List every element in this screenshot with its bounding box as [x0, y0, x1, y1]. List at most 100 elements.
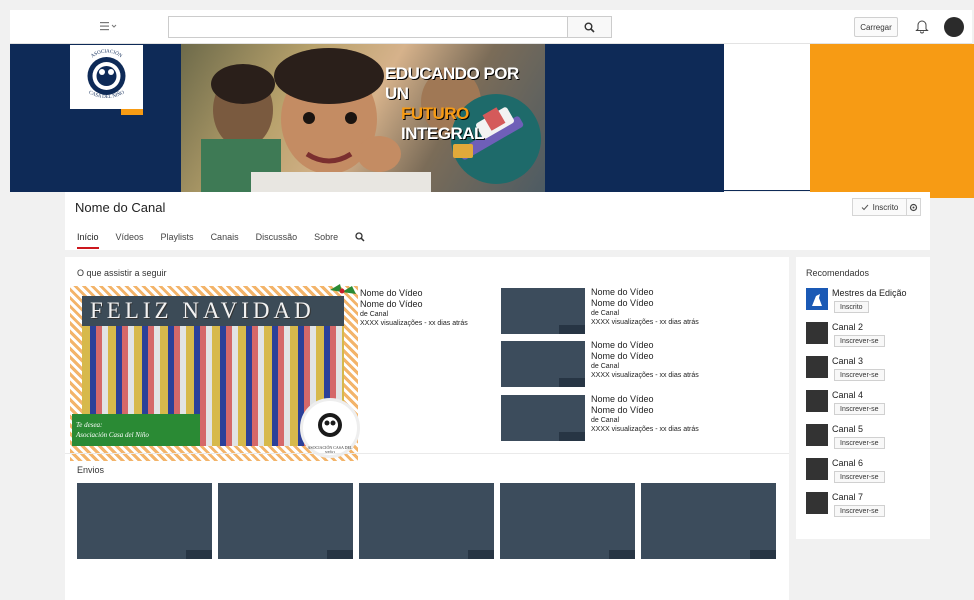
- search-icon: [584, 22, 595, 33]
- featured-video-thumbnail[interactable]: FELIZ NAVIDAD Te desea: Asociación Casa …: [70, 284, 360, 461]
- subscribe-button[interactable]: Inscrever-se: [834, 505, 885, 517]
- check-icon: [861, 204, 868, 210]
- menu-icon[interactable]: [98, 19, 120, 35]
- recommended-channel-name[interactable]: Canal 6: [832, 458, 863, 468]
- top-bar: Carregar: [10, 10, 972, 44]
- subscribed-button[interactable]: Inscrito: [834, 301, 869, 313]
- video-channel[interactable]: de Canal: [591, 309, 699, 318]
- recommended-channel: Canal 3 Inscrever-se: [806, 356, 926, 386]
- orange-accent-box: [810, 44, 974, 198]
- video-meta: XXXX visualizações - xx dias atrás: [591, 372, 699, 379]
- upload-thumbnail[interactable]: [359, 483, 494, 559]
- tab-canais[interactable]: Canais: [211, 232, 239, 249]
- duration-badge: [750, 550, 776, 559]
- banner-slogan-line1: EDUCANDO POR UN: [385, 64, 519, 103]
- featured-seal-logo: ASOCIACIÓN CASA DEL NIÑO: [300, 398, 360, 458]
- recommended-sidebar: Recomendados Mestres da Edição Inscrito …: [796, 257, 930, 539]
- video-thumbnail[interactable]: [501, 395, 585, 441]
- logo-strip: [70, 109, 143, 115]
- search-icon: [355, 232, 365, 242]
- duration-badge: [559, 325, 585, 334]
- duration-badge: [186, 550, 212, 559]
- duration-badge: [327, 550, 353, 559]
- subscribe-button[interactable]: Inscrever-se: [834, 403, 885, 415]
- holly-icon: [330, 284, 356, 294]
- video-channel[interactable]: de Canal: [591, 416, 699, 425]
- recommended-channel: Mestres da Edição Inscrito: [806, 288, 926, 318]
- upload-thumbnail[interactable]: [500, 483, 635, 559]
- recommended-channel-name[interactable]: Canal 3: [832, 356, 863, 366]
- video-thumbnail[interactable]: [501, 288, 585, 334]
- ribbon-line2: Asociación Casa del Niño: [76, 431, 149, 439]
- banner-white-area: [724, 44, 812, 191]
- featured-video-title[interactable]: Nome do Vídeo: [360, 288, 468, 299]
- editor-figure-icon: [812, 294, 822, 306]
- upload-thumbnail[interactable]: [77, 483, 212, 559]
- recommended-channel: Canal 7 Inscrever-se: [806, 492, 926, 522]
- tab-playlists[interactable]: Playlists: [161, 232, 194, 249]
- uploads-title: Envios: [77, 465, 105, 475]
- subscribe-button[interactable]: Inscrever-se: [834, 335, 885, 347]
- tab-inicio[interactable]: Início: [77, 232, 99, 249]
- channel-avatar[interactable]: [806, 458, 828, 480]
- tab-sobre[interactable]: Sobre: [314, 232, 338, 249]
- upload-button[interactable]: Carregar: [854, 17, 898, 37]
- video-title-2[interactable]: Nome do Vídeo: [591, 298, 699, 309]
- video-title[interactable]: Nome do Vídeo: [591, 340, 699, 351]
- upload-thumbnail[interactable]: [641, 483, 776, 559]
- upload-thumbnail[interactable]: [218, 483, 353, 559]
- subscribed-button[interactable]: Inscrito: [852, 198, 907, 216]
- video-title-2[interactable]: Nome do Vídeo: [591, 405, 699, 416]
- search-input[interactable]: [168, 16, 568, 38]
- tab-search[interactable]: [355, 232, 365, 249]
- gear-icon: [909, 203, 918, 211]
- search-button[interactable]: [568, 16, 612, 38]
- subscribed-label: Inscrito: [872, 202, 899, 212]
- tab-videos[interactable]: Vídeos: [116, 232, 144, 249]
- featured-card: FELIZ NAVIDAD Te desea: Asociación Casa …: [72, 296, 360, 458]
- video-channel[interactable]: de Canal: [591, 362, 699, 371]
- recommended-channel-name[interactable]: Canal 4: [832, 390, 863, 400]
- tab-discussao[interactable]: Discussão: [256, 232, 298, 249]
- recommended-channel: Canal 6 Inscrever-se: [806, 458, 926, 488]
- recommended-channel: Canal 4 Inscrever-se: [806, 390, 926, 420]
- channel-avatar[interactable]: [806, 288, 828, 310]
- subscribe-button[interactable]: Inscrever-se: [834, 369, 885, 381]
- subscribe-button[interactable]: Inscrever-se: [834, 471, 885, 483]
- video-meta: XXXX visualizações - xx dias atrás: [591, 319, 699, 326]
- channel-settings-button[interactable]: [907, 198, 921, 216]
- recommended-channel-name[interactable]: Canal 5: [832, 424, 863, 434]
- duration-badge: [559, 432, 585, 441]
- channel-logo: ASOCIACIÓN CASA DEL NIÑO: [70, 45, 143, 115]
- user-avatar[interactable]: [944, 17, 964, 37]
- ribbon-line1: Te desea:: [76, 421, 103, 429]
- recommended-channel-name[interactable]: Canal 2: [832, 322, 863, 332]
- channel-avatar[interactable]: [806, 390, 828, 412]
- featured-video-info: Nome do Vídeo Nome do Vídeo de Canal XXX…: [360, 288, 468, 328]
- channel-avatar[interactable]: [806, 424, 828, 446]
- subscribe-button[interactable]: Inscrever-se: [834, 437, 885, 449]
- featured-video-title-2[interactable]: Nome do Vídeo: [360, 299, 468, 310]
- channel-avatar[interactable]: [806, 356, 828, 378]
- main-content: O que assistir a seguir FELIZ NAVIDAD Te…: [65, 257, 789, 600]
- channel-tabs: Início Vídeos Playlists Canais Discussão…: [77, 232, 382, 249]
- channel-avatar[interactable]: [806, 492, 828, 514]
- section-divider: [65, 453, 789, 454]
- video-title-2[interactable]: Nome do Vídeo: [591, 351, 699, 362]
- recommended-channel: Canal 2 Inscrever-se: [806, 322, 926, 352]
- recommended-channel-name[interactable]: Mestres da Edição: [832, 288, 907, 298]
- banner-slogan-highlight: FUTURO: [401, 104, 469, 123]
- notifications-bell-icon[interactable]: [915, 18, 931, 36]
- featured-video-channel[interactable]: de Canal: [360, 310, 468, 319]
- featured-video-meta: XXXX visualizações - xx dias atrás: [360, 320, 468, 327]
- recommended-channel-name[interactable]: Canal 7: [832, 492, 863, 502]
- duration-badge: [559, 378, 585, 387]
- video-thumbnail[interactable]: [501, 341, 585, 387]
- video-title[interactable]: Nome do Vídeo: [591, 287, 699, 298]
- watch-next-title: O que assistir a seguir: [77, 268, 167, 278]
- recommended-title: Recomendados: [806, 268, 870, 278]
- video-info: Nome do Vídeo Nome do Vídeo de Canal XXX…: [591, 287, 699, 327]
- video-title[interactable]: Nome do Vídeo: [591, 394, 699, 405]
- duration-badge: [609, 550, 635, 559]
- channel-avatar[interactable]: [806, 322, 828, 344]
